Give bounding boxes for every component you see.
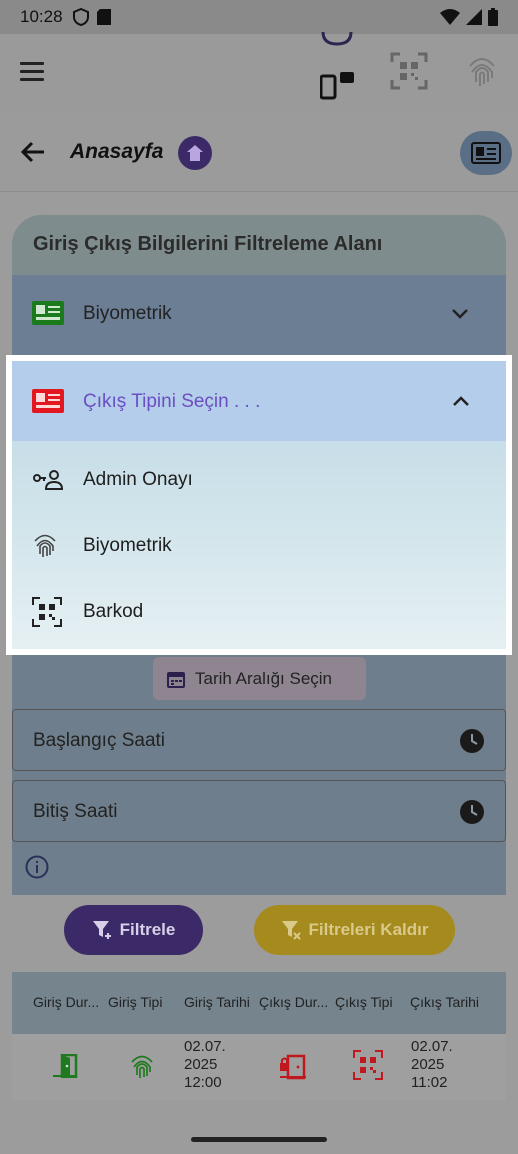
loading-spinner-icon [321, 31, 353, 46]
column-header-exit-date[interactable]: Çıkış Tarihi [410, 994, 479, 1010]
status-time: 10:28 [20, 7, 63, 26]
start-time-label: Başlangıç Saati [33, 730, 166, 751]
vpn-shield-icon [72, 8, 89, 26]
qr-code-icon [353, 1050, 383, 1080]
id-card-red-icon [32, 389, 64, 413]
dropdown-option-admin[interactable]: Admin Onayı [12, 449, 506, 513]
exit-date-year: 2025 [411, 1056, 445, 1073]
exit-date-time: 11:02 [411, 1074, 448, 1091]
exit-date-cell: 02.07. 2025 11:02 [411, 1038, 453, 1092]
sd-card-icon [96, 9, 111, 25]
calendar-icon [167, 671, 185, 688]
gesture-nav-bar[interactable] [191, 1137, 327, 1142]
filter-button[interactable]: Filtrele [64, 905, 203, 955]
chevron-down-icon [452, 309, 468, 319]
home-icon [187, 145, 203, 161]
nfc-phone-icon[interactable] [320, 70, 356, 100]
cell-signal-icon [466, 9, 482, 25]
entry-date-year: 2025 [184, 1056, 218, 1073]
dropdown-option-label: Barkod [83, 601, 144, 622]
clear-filters-button[interactable]: Filtreleri Kaldır [254, 905, 455, 955]
filter-button-label: Filtrele [119, 920, 176, 939]
menu-icon[interactable] [20, 62, 44, 82]
dropdown-option-barcode[interactable]: Barkod [12, 581, 506, 645]
admin-approval-icon [33, 470, 64, 490]
door-enter-icon [53, 1054, 78, 1078]
chevron-up-icon [453, 396, 469, 406]
id-card-button[interactable] [460, 131, 512, 175]
filter-card-title: Giriş Çıkış Bilgilerini Filtreleme Alanı [33, 233, 383, 255]
top-app-bar [0, 31, 518, 110]
info-icon[interactable] [25, 855, 49, 879]
clear-filters-label: Filtreleri Kaldır [308, 920, 429, 939]
dropdown-option-label: Admin Onayı [83, 469, 193, 490]
entry-type-select[interactable]: Biyometrik [12, 275, 506, 355]
fingerprint-icon [34, 534, 56, 557]
date-range-label: Tarih Aralığı Seçin [195, 668, 333, 688]
wifi-icon [440, 9, 460, 25]
filter-remove-icon [281, 921, 301, 940]
column-header-entry-type[interactable]: Giriş Tipi [108, 994, 162, 1010]
page-title: Anasayfa [70, 140, 164, 163]
entry-type-value: Biyometrik [83, 303, 172, 324]
column-header-exit-status[interactable]: Çıkış Dur... [259, 994, 328, 1010]
clock-icon[interactable] [459, 728, 485, 754]
entry-date-day: 02.07. [184, 1038, 226, 1055]
table-header: Giriş Dur... Giriş Tipi Giriş Tarihi Çık… [12, 972, 506, 1034]
exit-type-placeholder: Çıkış Tipini Seçin . . . [83, 391, 261, 412]
end-time-field[interactable]: Bitiş Saati [12, 780, 506, 842]
start-time-field[interactable]: Başlangıç Saati [12, 709, 506, 771]
qr-scan-icon[interactable] [390, 52, 428, 90]
status-system-icons [440, 8, 498, 26]
id-card-green-icon [32, 301, 64, 325]
exit-date-day: 02.07. [411, 1038, 453, 1055]
table-row[interactable]: 02.07. 2025 12:00 02.07. 2025 11:02 [12, 1034, 506, 1100]
id-card-icon [471, 142, 501, 164]
entry-date-time: 12:00 [184, 1074, 222, 1091]
door-exit-lock-icon [280, 1054, 306, 1080]
entry-date-cell: 02.07. 2025 12:00 [184, 1038, 226, 1092]
exit-type-select[interactable]: Çıkış Tipini Seçin . . . [12, 361, 506, 441]
clock-icon[interactable] [459, 799, 485, 825]
dropdown-option-label: Biyometrik [83, 535, 172, 556]
home-button[interactable] [178, 136, 212, 170]
fingerprint-icon [131, 1055, 153, 1078]
battery-icon [488, 8, 498, 26]
nav-row: Anasayfa [0, 118, 518, 192]
column-header-exit-type[interactable]: Çıkış Tipi [335, 994, 393, 1010]
date-range-button[interactable]: Tarih Aralığı Seçin [153, 657, 366, 700]
end-time-label: Bitiş Saati [33, 801, 118, 822]
qr-code-icon [32, 597, 62, 627]
filter-add-icon [92, 921, 111, 939]
status-bar: 10:28 [0, 0, 518, 34]
fingerprint-icon[interactable] [466, 54, 498, 88]
status-notification-icons [72, 8, 111, 26]
column-header-entry-date[interactable]: Giriş Tarihi [184, 994, 250, 1010]
dropdown-option-biometric[interactable]: Biyometrik [12, 515, 506, 579]
back-arrow-icon[interactable] [20, 140, 46, 164]
column-header-entry-status[interactable]: Giriş Dur... [33, 994, 99, 1010]
bottom-area [0, 1112, 518, 1154]
exit-type-dropdown: Çıkış Tipini Seçin . . . Admin Onayı Biy… [12, 361, 506, 649]
